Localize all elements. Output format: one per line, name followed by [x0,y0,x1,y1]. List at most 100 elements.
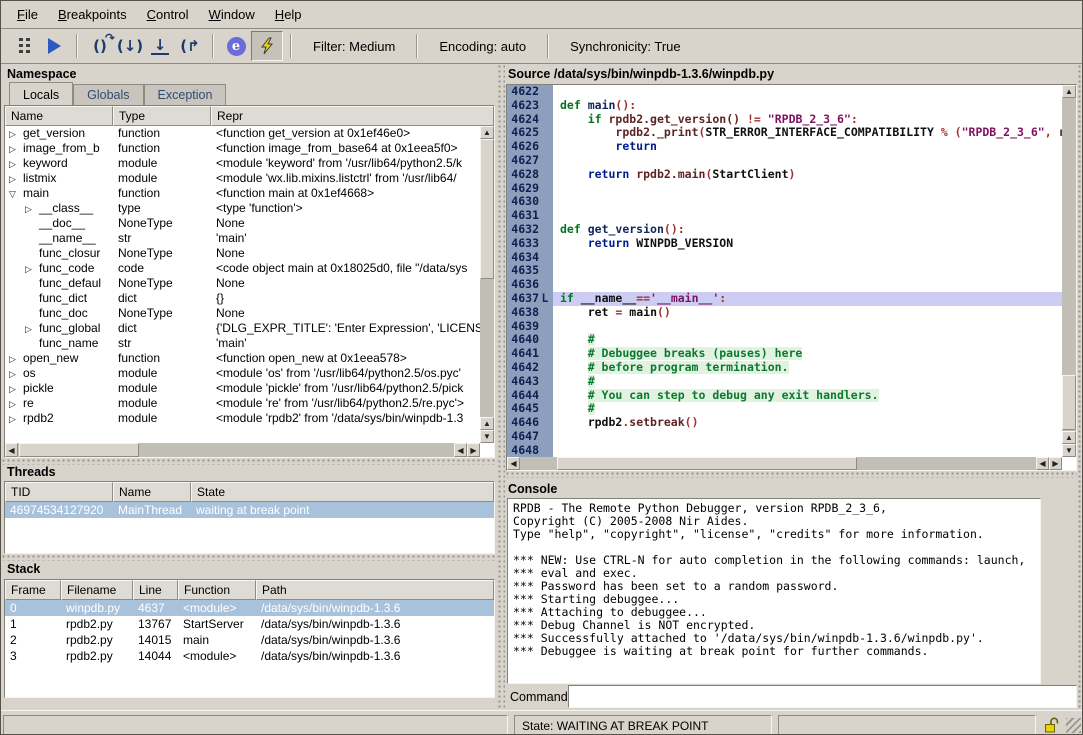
table-row[interactable]: ▷picklemodule<module 'pickle' from '/usr… [5,381,480,396]
source-console-splitter[interactable] [505,471,1077,478]
expander-icon[interactable]: ▽ [9,187,23,201]
table-row[interactable]: __name__str'main' [5,231,480,246]
source-line[interactable]: 4648 [507,444,1062,457]
source-line[interactable]: 4638 ret = main() [507,306,1062,320]
console-output[interactable]: RPDB - The Remote Python Debugger, versi… [507,498,1041,684]
table-row[interactable]: 46974534127920MainThreadwaiting at break… [5,502,494,518]
source-line[interactable]: 4647 [507,430,1062,444]
table-row[interactable]: __doc__NoneTypeNone [5,216,480,231]
table-row[interactable]: func_namestr'main' [5,336,480,351]
scroll-left-icon[interactable]: ◀ [5,443,18,457]
source-line[interactable]: 4644 # You can step to debug any exit ha… [507,389,1062,403]
menu-control[interactable]: Control [137,3,199,26]
table-row[interactable]: func_closurNoneTypeNone [5,246,480,261]
source-line[interactable]: 4627 [507,154,1062,168]
source-line[interactable]: 4631 [507,209,1062,223]
namespace-hscrollbar[interactable]: ◀ ◀ ▶ [5,443,480,457]
menu-file[interactable]: File [7,3,48,26]
column-header[interactable]: Line [133,580,178,600]
column-header[interactable]: State [191,482,494,502]
scroll-thumb[interactable] [1062,375,1076,430]
source-hscrollbar[interactable]: ◀ ◀ ▶ [507,457,1062,470]
source-line[interactable]: 4634 [507,251,1062,265]
table-row[interactable]: ▷keywordmodule<module 'keyword' from '/u… [5,156,480,171]
table-row[interactable]: ▷listmixmodule<module 'wx.lib.mixins.lis… [5,171,480,186]
tab-globals[interactable]: Globals [73,84,143,105]
source-line[interactable]: 4625 rpdb2._print(STR_ERROR_INTERFACE_CO… [507,126,1062,140]
scroll-up-icon[interactable]: ▲ [480,126,494,139]
menu-window[interactable]: Window [199,3,265,26]
table-row[interactable]: ▷open_newfunction<function open_new at 0… [5,351,480,366]
table-row[interactable]: ▽mainfunction<function main at 0x1ef4668… [5,186,480,201]
table-row[interactable]: 3rpdb2.py14044<module>/data/sys/bin/winp… [5,648,494,664]
source-line[interactable]: 4622 [507,85,1062,99]
source-line[interactable]: 4635 [507,264,1062,278]
table-row[interactable]: 0winpdb.py4637<module>/data/sys/bin/winp… [5,600,494,616]
menu-help[interactable]: Help [265,3,312,26]
column-header[interactable]: Function [178,580,256,600]
encoding-button[interactable]: e [221,32,251,60]
table-row[interactable]: ▷osmodule<module 'os' from '/usr/lib64/p… [5,366,480,381]
source-line[interactable]: 4639 [507,320,1062,334]
expander-icon[interactable]: ▷ [9,142,23,156]
synchronicity-button[interactable] [251,31,283,61]
step-button[interactable]: (↓) [115,32,145,60]
expander-icon[interactable]: ▷ [9,172,23,186]
scroll-thumb[interactable] [480,139,494,279]
scroll-left-icon[interactable]: ◀ [1036,457,1049,470]
expander-icon[interactable]: ▷ [9,382,23,396]
table-row[interactable]: ▷image_from_bfunction<function image_fro… [5,141,480,156]
scroll-up-icon[interactable]: ▲ [1062,431,1076,444]
menu-breakpoints[interactable]: Breakpoints [48,3,137,26]
column-header[interactable]: Name [113,482,191,502]
source-line[interactable]: 4628 return rpdb2.main(StartClient) [507,168,1062,182]
expander-icon[interactable]: ▷ [9,397,23,411]
resize-grip-icon[interactable] [1066,718,1081,733]
tab-exception[interactable]: Exception [144,84,227,105]
source-line[interactable]: 4630 [507,195,1062,209]
source-line[interactable]: 4626 return [507,140,1062,154]
scroll-right-icon[interactable]: ▶ [467,443,480,457]
source-line[interactable]: 4640 # [507,333,1062,347]
scroll-thumb[interactable] [557,457,857,470]
source-line[interactable]: 4636 [507,278,1062,292]
scroll-left-icon[interactable]: ◀ [454,443,467,457]
source-line[interactable]: 4633 return WINPDB_VERSION [507,237,1062,251]
source-line[interactable]: 4642 # before program termination. [507,361,1062,375]
table-row[interactable]: ▷rpdb2module<module 'rpdb2' from '/data/… [5,411,480,426]
expander-icon[interactable]: ▷ [9,157,23,171]
table-row[interactable]: ▷__class__type<type 'function'> [5,201,480,216]
scroll-left-icon[interactable]: ◀ [507,457,520,470]
goto-button[interactable]: ↓ [145,32,175,60]
break-button[interactable] [9,32,39,60]
expander-icon[interactable]: ▷ [25,262,39,276]
table-row[interactable]: 2rpdb2.py14015main/data/sys/bin/winpdb-1… [5,632,494,648]
source-line[interactable]: 4637Lif __name__=='__main__': [507,292,1062,306]
expander-icon[interactable]: ▷ [25,322,39,336]
namespace-vscrollbar[interactable]: ▲ ▲ ▼ [480,126,494,443]
column-header[interactable]: Repr [211,106,494,126]
source-line[interactable]: 4632def get_version(): [507,223,1062,237]
source-line[interactable]: 4624 if rpdb2.get_version() != "RPDB_2_3… [507,113,1062,127]
return-button[interactable]: (↱ [175,32,205,60]
scroll-up-icon[interactable]: ▲ [480,417,494,430]
column-header[interactable]: Path [256,580,494,600]
column-header[interactable]: Name [5,106,113,126]
table-row[interactable]: func_docNoneTypeNone [5,306,480,321]
expander-icon[interactable]: ▷ [9,127,23,141]
scroll-thumb[interactable] [19,443,139,457]
source-line[interactable]: 4629 [507,182,1062,196]
table-row[interactable]: 1rpdb2.py13767StartServer/data/sys/bin/w… [5,616,494,632]
go-button[interactable] [39,32,69,60]
table-row[interactable]: ▷get_versionfunction<function get_versio… [5,126,480,141]
expander-icon[interactable]: ▷ [9,367,23,381]
expander-icon[interactable]: ▷ [9,352,23,366]
scroll-up-icon[interactable]: ▲ [1062,85,1076,98]
table-row[interactable]: func_defaulNoneTypeNone [5,276,480,291]
source-line[interactable]: 4641 # Debuggee breaks (pauses) here [507,347,1062,361]
scroll-right-icon[interactable]: ▶ [1049,457,1062,470]
table-row[interactable]: ▷func_globaldict{'DLG_EXPR_TITLE': 'Ente… [5,321,480,336]
command-input[interactable] [568,685,1077,708]
threads-stack-splitter[interactable] [1,554,498,561]
table-row[interactable]: ▷remodule<module 're' from '/usr/lib64/p… [5,396,480,411]
